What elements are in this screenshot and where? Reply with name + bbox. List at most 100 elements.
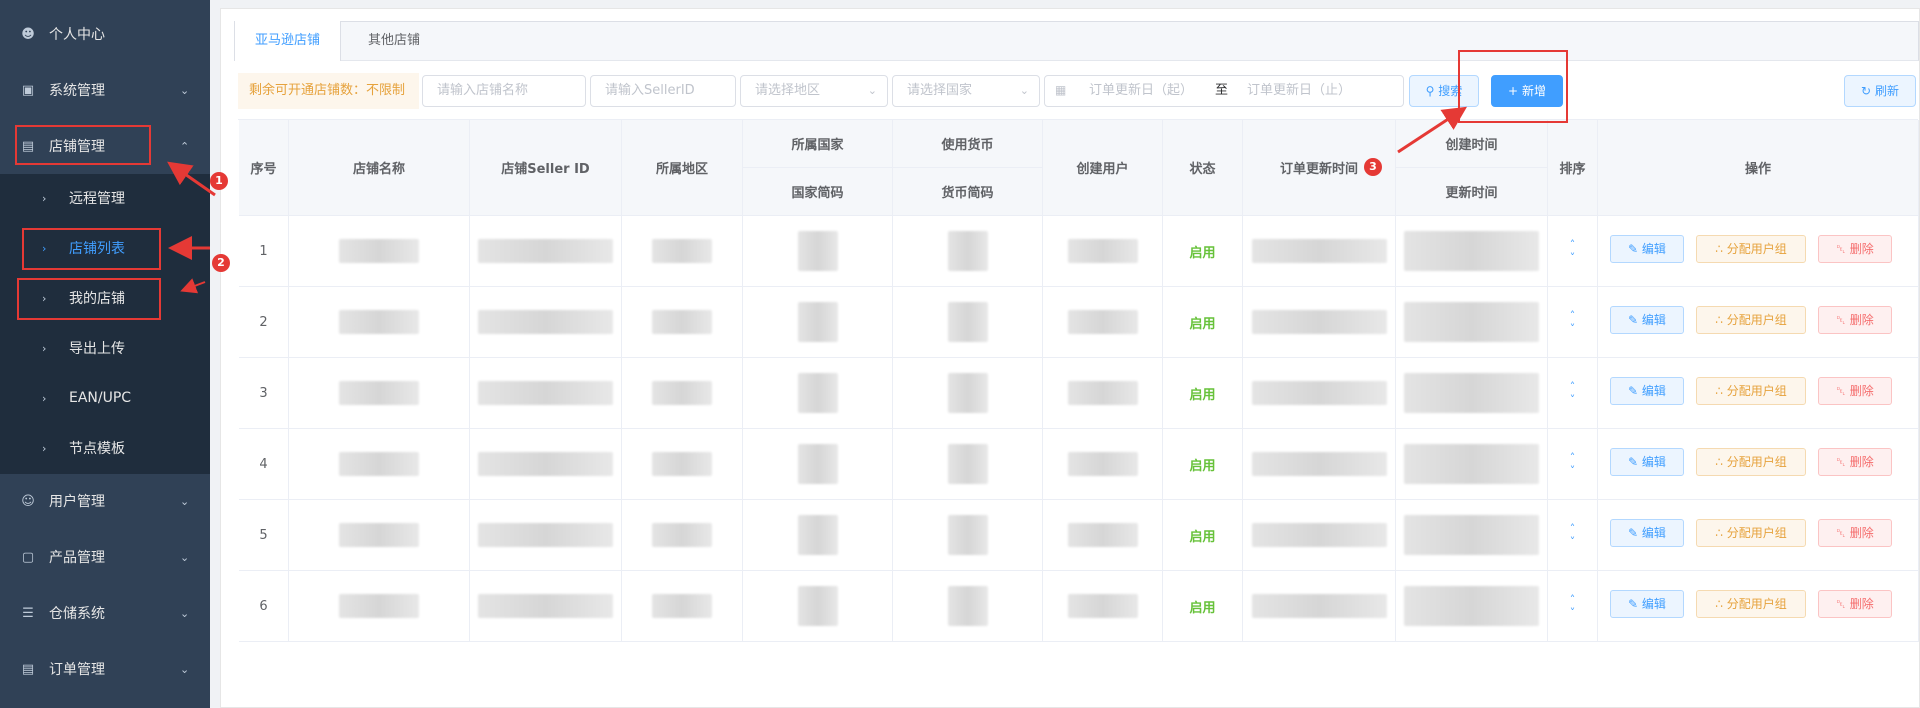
share-icon: ∴ [1715, 313, 1727, 327]
edit-button[interactable]: ✎ 编辑 [1610, 448, 1684, 476]
assign-group-button[interactable]: ∴ 分配用户组 [1696, 235, 1806, 263]
chevron-up-icon[interactable]: ˄ [1570, 309, 1576, 322]
cell-status: 启用 [1163, 571, 1243, 641]
cell-redacted [1396, 500, 1548, 570]
date-end-input[interactable]: 订单更新日（止） [1247, 76, 1351, 106]
order-date-range[interactable]: ▦ 订单更新日（起） 至 订单更新日（止） [1044, 75, 1404, 107]
cell-redacted [1243, 216, 1396, 286]
sidebar-subitem-store-list[interactable]: › 店铺列表 [0, 228, 210, 268]
refresh-button[interactable]: ↻ 刷新 [1844, 75, 1916, 107]
cell-actions: ✎ 编辑 ∴ 分配用户组 ␡ 删除 [1598, 216, 1919, 286]
chevron-up-icon[interactable]: ˄ [1570, 593, 1576, 606]
assign-group-button[interactable]: ∴ 分配用户组 [1696, 377, 1806, 405]
add-button[interactable]: + 新增 [1491, 75, 1563, 107]
cell-redacted [1043, 358, 1163, 428]
edit-button[interactable]: ✎ 编辑 [1610, 590, 1684, 618]
add-button-label: 新增 [1521, 84, 1546, 98]
sort-control[interactable]: ˄ ˅ [1570, 309, 1576, 335]
sidebar-item-personal-center[interactable]: ☻ 个人中心 [0, 14, 210, 54]
assign-group-button[interactable]: ∴ 分配用户组 [1696, 590, 1806, 618]
delete-button[interactable]: ␡ 删除 [1818, 377, 1892, 405]
chevron-up-icon[interactable]: ˄ [1570, 380, 1576, 393]
cell-redacted [289, 358, 470, 428]
chevron-down-icon[interactable]: ˅ [1570, 322, 1576, 335]
assign-group-button[interactable]: ∴ 分配用户组 [1696, 306, 1806, 334]
chevron-down-icon[interactable]: ˅ [1570, 393, 1576, 406]
cell-redacted [1243, 500, 1396, 570]
chevron-up-icon[interactable]: ˄ [1570, 238, 1576, 251]
store-name-input[interactable]: 请输入店铺名称 [422, 75, 586, 107]
share-icon: ∴ [1715, 455, 1727, 469]
sort-control[interactable]: ˄ ˅ [1570, 593, 1576, 619]
sidebar-subitem-node-template[interactable]: › 节点模板 [0, 428, 210, 468]
chevron-down-icon[interactable]: ˅ [1570, 606, 1576, 619]
sidebar-item-system[interactable]: ▣ 系统管理 ⌄ [0, 70, 210, 110]
redacted-content [652, 310, 712, 334]
sidebar-subitem-label: 节点模板 [69, 441, 125, 457]
region-select[interactable]: 请选择地区 ⌄ [740, 75, 888, 107]
cell-redacted [470, 571, 622, 641]
redacted-content [478, 523, 613, 547]
edit-button[interactable]: ✎ 编辑 [1610, 306, 1684, 334]
sort-control[interactable]: ˄ ˅ [1570, 380, 1576, 406]
sidebar-item-store[interactable]: ▤ 店铺管理 ⌃ [0, 126, 210, 166]
sidebar-subitem-ean-upc[interactable]: › EAN/UPC [0, 378, 210, 418]
sidebar-subitem-remote[interactable]: › 远程管理 [0, 178, 210, 218]
sort-control[interactable]: ˄ ˅ [1570, 451, 1576, 477]
sidebar-item-label: 仓储系统 [49, 606, 105, 622]
chevron-up-icon: ⌃ [180, 139, 190, 153]
delete-button[interactable]: ␡ 删除 [1818, 519, 1892, 547]
sidebar-item-warehouse[interactable]: ☰ 仓储系统 ⌄ [0, 593, 210, 633]
sidebar-item-users[interactable]: ☺ 用户管理 ⌄ [0, 481, 210, 521]
seller-id-input[interactable]: 请输入SellerID [590, 75, 736, 107]
col-header-country: 所属国家 [743, 120, 893, 168]
chevron-down-icon: ⌄ [180, 83, 190, 97]
cell-redacted [1043, 571, 1163, 641]
chevron-up-icon[interactable]: ˄ [1570, 522, 1576, 535]
sort-control[interactable]: ˄ ˅ [1570, 522, 1576, 548]
tab-amazon-stores[interactable]: 亚马逊店铺 [234, 21, 342, 61]
chevron-down-icon[interactable]: ˅ [1570, 251, 1576, 264]
search-button[interactable]: ⚲ 搜索 [1409, 75, 1479, 107]
trash-icon: ␡ [1836, 242, 1850, 256]
chevron-right-icon: › [42, 341, 47, 355]
chevron-up-icon[interactable]: ˄ [1570, 451, 1576, 464]
delete-button-label: 删除 [1849, 526, 1874, 540]
country-select[interactable]: 请选择国家 ⌄ [892, 75, 1040, 107]
chevron-down-icon: ⌄ [180, 662, 190, 676]
status-badge: 启用 [1189, 316, 1216, 332]
sidebar-subitem-export[interactable]: › 导出上传 [0, 328, 210, 368]
redacted-content [947, 231, 988, 271]
delete-button[interactable]: ␡ 删除 [1818, 235, 1892, 263]
trash-icon: ␡ [1836, 455, 1850, 469]
cell-redacted [1243, 429, 1396, 499]
sidebar-item-products[interactable]: ▢ 产品管理 ⌄ [0, 537, 210, 577]
assign-group-button[interactable]: ∴ 分配用户组 [1696, 519, 1806, 547]
sidebar-item-orders[interactable]: ▤ 订单管理 ⌄ [0, 649, 210, 689]
delete-button-label: 删除 [1849, 597, 1874, 611]
sidebar-subitem-my-store[interactable]: › 我的店铺 [0, 278, 210, 318]
tab-other-stores[interactable]: 其他店铺 [348, 21, 440, 61]
sort-control[interactable]: ˄ ˅ [1570, 238, 1576, 264]
date-start-input[interactable]: 订单更新日（起） [1089, 76, 1193, 106]
cell-redacted [289, 429, 470, 499]
chevron-down-icon[interactable]: ˅ [1570, 535, 1576, 548]
edit-button-label: 编辑 [1641, 242, 1666, 256]
edit-button[interactable]: ✎ 编辑 [1610, 235, 1684, 263]
delete-button[interactable]: ␡ 删除 [1818, 306, 1892, 334]
edit-button[interactable]: ✎ 编辑 [1610, 519, 1684, 547]
redacted-content [1404, 302, 1539, 342]
chevron-down-icon[interactable]: ˅ [1570, 464, 1576, 477]
country-select-placeholder: 请选择国家 [907, 83, 973, 98]
share-icon: ∴ [1715, 384, 1727, 398]
cell-redacted [622, 571, 743, 641]
cell-redacted [1243, 571, 1396, 641]
redacted-content [797, 515, 838, 555]
search-icon: ⚲ [1425, 84, 1435, 98]
edit-button[interactable]: ✎ 编辑 [1610, 377, 1684, 405]
assign-group-button[interactable]: ∴ 分配用户组 [1696, 448, 1806, 476]
delete-button[interactable]: ␡ 删除 [1818, 590, 1892, 618]
redacted-content [1067, 239, 1138, 263]
delete-button[interactable]: ␡ 删除 [1818, 448, 1892, 476]
cell-redacted [289, 500, 470, 570]
